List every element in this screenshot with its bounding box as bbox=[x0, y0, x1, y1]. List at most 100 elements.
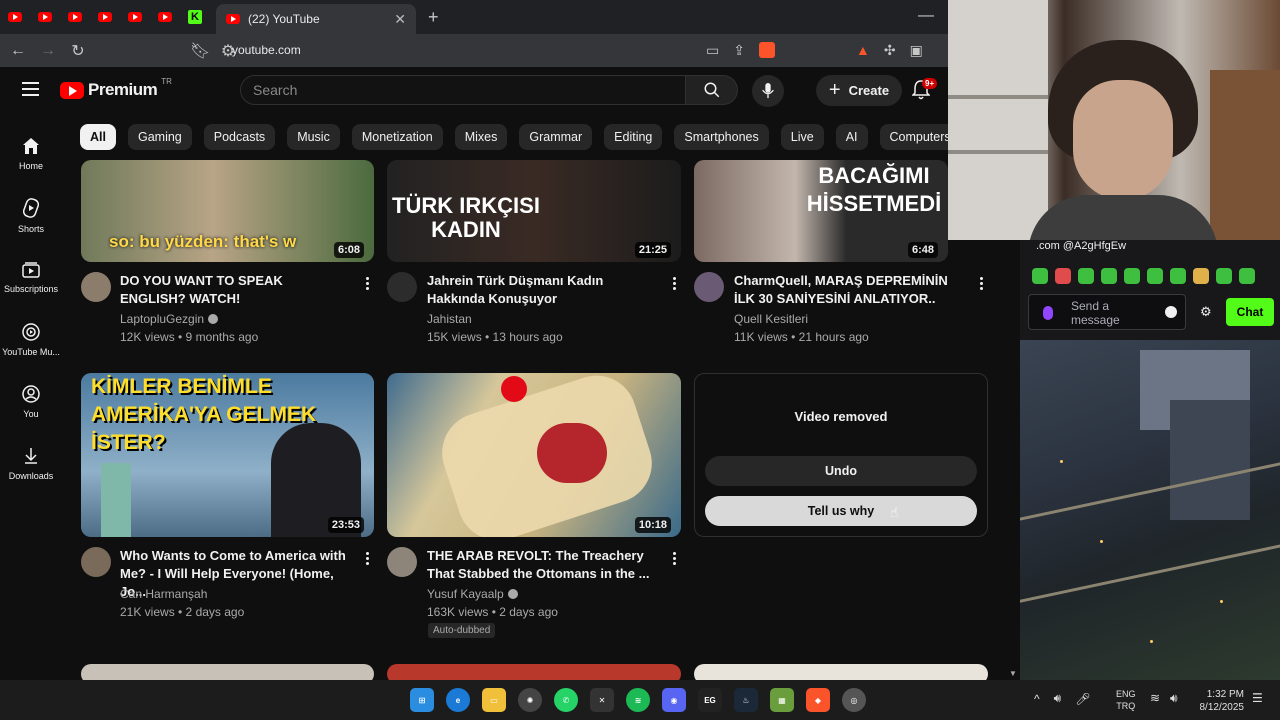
emote-icon[interactable] bbox=[1032, 268, 1048, 284]
channel-name[interactable]: Yusuf Kayaalp bbox=[427, 585, 518, 603]
chip-music[interactable]: Music bbox=[287, 124, 340, 150]
steam-icon[interactable]: ♨ bbox=[734, 688, 758, 712]
chip-gaming[interactable]: Gaming bbox=[127, 124, 192, 150]
bookmark-icon[interactable]: 🔖︎ bbox=[190, 41, 210, 61]
emote-icon[interactable] bbox=[1170, 268, 1186, 284]
pinned-tab[interactable] bbox=[60, 0, 90, 34]
guide-item-subscriptions[interactable]: Subscriptions bbox=[0, 247, 62, 309]
video-thumbnail[interactable] bbox=[694, 664, 988, 680]
video-thumbnail[interactable]: KİMLER BENİMLE AMERİKA'YA GELMEK İSTER? … bbox=[81, 373, 374, 537]
emoji-icon[interactable] bbox=[1165, 306, 1177, 318]
spotify-icon[interactable]: ≋ bbox=[626, 688, 650, 712]
pinned-tab[interactable] bbox=[90, 0, 120, 34]
channel-avatar[interactable] bbox=[81, 272, 111, 302]
cast-icon[interactable]: ▭ bbox=[706, 42, 719, 59]
tell-us-why-button[interactable]: Tell us why bbox=[705, 496, 977, 526]
youtube-logo[interactable]: Premium TR bbox=[60, 77, 172, 100]
chat-send-button[interactable]: Chat bbox=[1226, 298, 1274, 326]
emote-icon[interactable] bbox=[1055, 268, 1071, 284]
back-icon[interactable]: ← bbox=[10, 42, 26, 60]
guide-item-downloads[interactable]: Downloads bbox=[0, 433, 62, 495]
chip-live[interactable]: Live bbox=[780, 124, 824, 150]
minimize-window-icon[interactable]: — bbox=[918, 7, 934, 25]
volume-icon[interactable]: 🔊︎ bbox=[1054, 691, 1062, 706]
emote-icon[interactable] bbox=[1193, 268, 1209, 284]
pinned-tab[interactable] bbox=[120, 0, 150, 34]
video-title[interactable]: CharmQuell, MARAŞ DEPREMİNİN İLK 30 SANİ… bbox=[734, 272, 970, 308]
video-thumbnail[interactable] bbox=[387, 664, 681, 680]
more-options-icon[interactable] bbox=[673, 552, 677, 567]
guide-item-home[interactable]: Home bbox=[0, 123, 62, 185]
sidebar-icon[interactable]: ▣ bbox=[910, 42, 923, 59]
emote-icon[interactable] bbox=[1101, 268, 1117, 284]
guide-item-you[interactable]: You bbox=[0, 371, 62, 433]
brave-shields-icon[interactable] bbox=[758, 42, 775, 58]
channel-avatar[interactable] bbox=[694, 272, 724, 302]
chip-ai[interactable]: AI bbox=[835, 124, 868, 150]
clock[interactable]: 1:32 PM 8/12/2025 bbox=[1194, 688, 1245, 714]
microphone-icon[interactable]: 🎤︎ bbox=[1075, 692, 1090, 706]
input-language[interactable]: ENG TRQ bbox=[1116, 688, 1136, 712]
chip-editing[interactable]: Editing bbox=[604, 124, 663, 150]
video-title[interactable]: Jahrein Türk Düşmanı Kadın Hakkında Konu… bbox=[427, 272, 662, 308]
emote-icon[interactable] bbox=[1078, 268, 1094, 284]
video-title[interactable]: DO YOU WANT TO SPEAK ENGLISH? WATCH! bbox=[120, 272, 350, 308]
channel-name[interactable]: Jahistan bbox=[427, 310, 472, 328]
search-input[interactable]: Search bbox=[240, 75, 686, 105]
chat-message-input[interactable]: Send a message bbox=[1028, 294, 1186, 330]
chip-mixes[interactable]: Mixes bbox=[454, 124, 508, 150]
minecraft-icon[interactable]: ▦ bbox=[770, 688, 794, 712]
guide-item-shorts[interactable]: Shorts bbox=[0, 185, 62, 247]
channel-avatar[interactable] bbox=[387, 547, 417, 577]
capcut-icon[interactable]: ✕ bbox=[590, 688, 614, 712]
search-button[interactable] bbox=[686, 75, 738, 105]
chip-monetization[interactable]: Monetization bbox=[351, 124, 443, 150]
notification-center-icon[interactable]: ☰ bbox=[1252, 691, 1263, 705]
create-button[interactable]: + Create bbox=[816, 75, 902, 106]
channel-name[interactable]: Quell Kesitleri bbox=[734, 310, 808, 328]
chip-smartphones[interactable]: Smartphones bbox=[674, 124, 769, 150]
active-tab[interactable]: (22) YouTube ✕ bbox=[216, 4, 416, 34]
edge-icon[interactable]: e bbox=[446, 688, 470, 712]
channel-name[interactable]: LaptopluGezgin bbox=[120, 310, 219, 328]
windows-start-icon[interactable]: ⊞ bbox=[410, 688, 434, 712]
extensions-icon[interactable]: ✣ bbox=[884, 42, 896, 59]
share-icon[interactable]: ⇪ bbox=[733, 42, 745, 59]
undo-button[interactable]: Undo bbox=[705, 456, 977, 486]
brave-icon[interactable]: ◆ bbox=[806, 688, 830, 712]
microphone-icon[interactable] bbox=[1043, 306, 1053, 320]
reload-icon[interactable]: ↻ bbox=[70, 41, 86, 61]
video-thumbnail[interactable]: so: bu yüzden: that's w 6:08 bbox=[81, 160, 374, 262]
channel-name[interactable]: Can Harmanşah bbox=[120, 585, 207, 603]
video-thumbnail[interactable]: TÜRK IRKÇISI KADIN 21:25 bbox=[387, 160, 681, 262]
tray-overflow-icon[interactable]: ^ bbox=[1034, 692, 1040, 706]
voice-search-button[interactable] bbox=[752, 75, 784, 107]
emote-icon[interactable] bbox=[1239, 268, 1255, 284]
discord-icon[interactable]: ◉ bbox=[662, 688, 686, 712]
chatgpt-icon[interactable]: ✺ bbox=[518, 688, 542, 712]
pinned-tab-kick[interactable]: K bbox=[180, 0, 210, 34]
channel-avatar[interactable] bbox=[81, 547, 111, 577]
more-options-icon[interactable] bbox=[366, 552, 370, 567]
chip-grammar[interactable]: Grammar bbox=[519, 124, 593, 150]
close-tab-icon[interactable]: ✕ bbox=[394, 11, 406, 28]
chat-settings-gear-icon[interactable]: ⚙ bbox=[1200, 304, 1212, 320]
file-explorer-icon[interactable]: ▭ bbox=[482, 688, 506, 712]
url-field[interactable]: youtube.com bbox=[232, 43, 301, 57]
chip-podcasts[interactable]: Podcasts bbox=[203, 124, 276, 150]
video-thumbnail[interactable]: BACAĞIMI HİSSETMEDİ 6:48 bbox=[694, 160, 948, 262]
epic-games-icon[interactable]: EG bbox=[698, 688, 722, 712]
speaker-icon[interactable]: 🔊︎ bbox=[1170, 691, 1178, 706]
video-title[interactable]: THE ARAB REVOLT: The Treachery That Stab… bbox=[427, 547, 652, 583]
pinned-tab[interactable] bbox=[0, 0, 30, 34]
forward-icon[interactable]: → bbox=[40, 42, 56, 60]
emote-icon[interactable] bbox=[1124, 268, 1140, 284]
chip-all[interactable]: All bbox=[80, 124, 116, 150]
more-options-icon[interactable] bbox=[673, 277, 677, 292]
more-options-icon[interactable] bbox=[980, 277, 984, 292]
scroll-down-arrow-icon[interactable]: ▼ bbox=[1009, 669, 1017, 678]
whatsapp-icon[interactable]: ✆ bbox=[554, 688, 578, 712]
guide-item-youtube-music[interactable]: YouTube Mu... bbox=[0, 309, 62, 371]
network-icon[interactable]: ≋ bbox=[1150, 691, 1160, 705]
video-thumbnail[interactable]: 10:18 bbox=[387, 373, 681, 537]
